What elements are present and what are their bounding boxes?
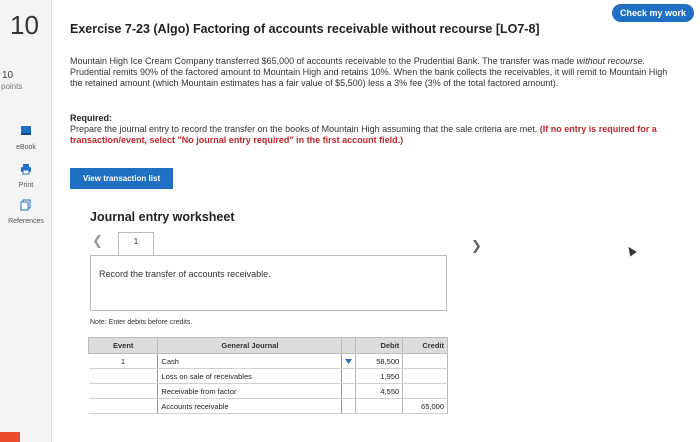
problem-text-part1: Mountain High Ice Cream Company transfer… <box>70 56 577 66</box>
question-number: 10 <box>10 10 39 40</box>
points-value: 10 <box>2 70 14 81</box>
print-button[interactable]: Print <box>0 162 52 189</box>
references-icon <box>0 198 52 216</box>
left-rail: 10 10 points eBook Print References <box>0 0 52 442</box>
problem-text-part2: Prudential remits 90% of the factored am… <box>70 67 668 88</box>
table-row: Accounts receivable 65,000 <box>88 398 448 414</box>
event-cell: 1 <box>88 353 158 369</box>
event-cell <box>88 368 158 384</box>
dropdown-spacer <box>341 383 356 399</box>
account-select[interactable]: Accounts receivable <box>157 398 343 414</box>
ebook-label: eBook <box>16 144 36 151</box>
chevron-down-icon[interactable] <box>341 353 356 369</box>
account-select[interactable]: Loss on sale of receivables <box>157 368 343 384</box>
debit-input[interactable]: 58,500 <box>355 353 404 369</box>
credit-header: Credit <box>402 337 448 354</box>
dropdown-spacer <box>341 398 356 414</box>
table-row: 1 Cash 58,500 <box>88 353 448 369</box>
corner-badge <box>0 432 20 442</box>
points-label: points <box>1 82 23 91</box>
dropdown-spacer <box>341 368 356 384</box>
general-journal-header: General Journal <box>157 337 343 354</box>
required-text: Prepare the journal entry to record the … <box>70 124 682 146</box>
credit-input[interactable]: 65,000 <box>402 398 448 414</box>
instruction-box: Record the transfer of accounts receivab… <box>90 255 447 311</box>
problem-text-emphasis: without recourse. <box>576 56 646 66</box>
previous-arrow-icon[interactable]: ❮ <box>92 233 103 249</box>
worksheet-page-tab[interactable]: 1 <box>118 232 154 256</box>
account-select[interactable]: Receivable from factor <box>157 383 343 399</box>
debit-input[interactable]: 4,550 <box>355 383 404 399</box>
account-select[interactable]: Cash <box>157 353 343 369</box>
required-label: Required: <box>70 113 113 123</box>
debits-note: Note: Enter debits before credits. <box>90 319 193 326</box>
exercise-title: Exercise 7-23 (Algo) Factoring of accoun… <box>70 22 540 36</box>
table-row: Receivable from factor 4,550 <box>88 383 448 399</box>
journal-table: Event General Journal Debit Credit 1 Cas… <box>87 337 448 414</box>
book-icon <box>0 124 52 142</box>
required-instructions: Prepare the journal entry to record the … <box>70 124 540 134</box>
credit-input[interactable] <box>402 383 448 399</box>
event-cell <box>88 398 158 414</box>
next-arrow-icon[interactable]: ❯ <box>471 238 482 254</box>
event-cell <box>88 383 158 399</box>
instruction-text: Record the transfer of accounts receivab… <box>99 269 271 279</box>
problem-text: Mountain High Ice Cream Company transfer… <box>70 56 682 89</box>
worksheet-title: Journal entry worksheet <box>90 210 235 224</box>
event-header: Event <box>87 337 159 354</box>
debit-input[interactable] <box>355 398 404 414</box>
references-label: References <box>8 218 44 225</box>
ebook-button[interactable]: eBook <box>0 124 52 151</box>
view-transaction-list-button[interactable]: View transaction list <box>70 168 173 189</box>
printer-icon <box>0 162 52 180</box>
credit-input[interactable] <box>402 368 448 384</box>
table-row: Loss on sale of receivables 1,950 <box>88 368 448 384</box>
print-label: Print <box>18 182 34 189</box>
references-button[interactable]: References <box>0 198 52 225</box>
credit-input[interactable] <box>402 353 448 369</box>
debit-input[interactable]: 1,950 <box>355 368 404 384</box>
check-my-work-button[interactable]: Check my work <box>612 4 694 22</box>
debit-header: Debit <box>355 337 404 354</box>
mouse-cursor-icon <box>625 244 637 257</box>
dropdown-header-spacer <box>341 337 357 354</box>
